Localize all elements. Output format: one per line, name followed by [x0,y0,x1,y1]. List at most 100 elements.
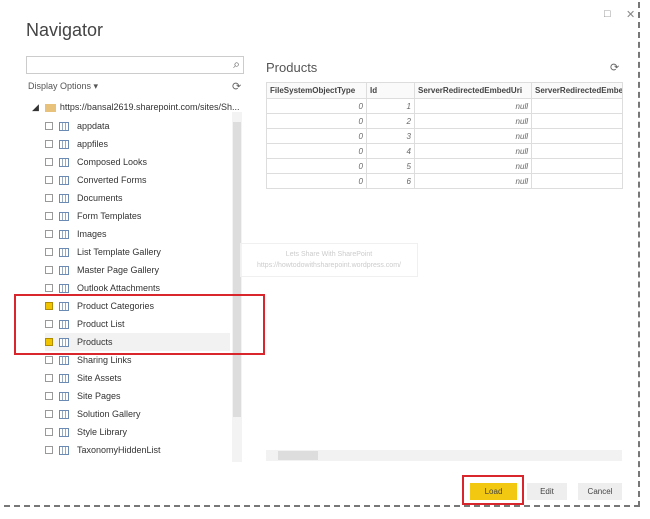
display-options-dropdown[interactable]: Display Options ▾ [28,81,98,92]
column-header[interactable]: ServerRedirectedEmbedUri [414,82,532,99]
table-row: 0 3 null [266,128,623,144]
table-cell: 2 [366,113,415,129]
navigator-tree: ◢ https://bansal2619.sharepoint.com/sites… [28,98,243,460]
tree-item[interactable]: Style Library [45,423,230,441]
checkbox[interactable] [45,392,53,400]
table-row: 0 1 null [266,98,623,114]
watermark-line2: https://howtodowithsharepoint.wordpress.… [257,262,401,269]
table-cell [531,128,623,144]
table-icon [59,409,69,419]
checkbox[interactable] [45,194,53,202]
column-header[interactable]: ServerRedirectedEmbedU [531,82,623,99]
table-cell [531,173,623,189]
search-input[interactable]: ⌕ [26,56,244,74]
table-row: 0 6 null [266,173,623,189]
preview-table: FileSystemObjectType Id ServerRedirectedEm… [266,82,623,189]
tree-item-label: Sharing Links [77,355,132,365]
table-cell [531,143,623,159]
checkbox[interactable] [45,212,53,220]
table-icon [59,139,69,149]
preview-refresh-icon[interactable]: ⟳ [610,61,619,74]
table-row: 0 5 null [266,158,623,174]
tree-item[interactable]: Images [45,225,230,243]
tree-item-label: Documents [77,193,123,203]
table-cell: 4 [366,143,415,159]
checkbox[interactable] [45,176,53,184]
table-cell: 0 [266,113,367,129]
table-icon [59,193,69,203]
close-button[interactable]: ✕ [626,8,635,21]
checkbox[interactable] [45,230,53,238]
maximize-button[interactable]: □ [604,8,611,20]
table-cell: 1 [366,98,415,114]
table-icon [59,445,69,455]
checkbox[interactable] [45,410,53,418]
tree-item-label: TaxonomyHiddenList [77,445,161,455]
table-row: 0 4 null [266,143,623,159]
cancel-button[interactable]: Cancel [578,483,622,500]
checkbox[interactable] [45,374,53,382]
table-icon [59,265,69,275]
table-cell: 0 [266,173,367,189]
tree-item[interactable]: Site Assets [45,369,230,387]
tree-item[interactable]: appdata [45,117,230,135]
table-icon [59,229,69,239]
table-icon [59,157,69,167]
table-icon [59,121,69,131]
preview-title: Products [266,60,318,75]
table-icon [59,427,69,437]
tree-item-label: Outlook Attachments [77,283,161,293]
scroll-thumb[interactable] [278,451,318,460]
table-icon [59,247,69,257]
folder-icon [44,103,56,112]
tree-item-label: Solution Gallery [77,409,141,419]
table-cell: 0 [266,128,367,144]
table-cell: 0 [266,98,367,114]
checkbox[interactable] [45,428,53,436]
table-cell: null [414,128,532,144]
table-cell: null [414,113,532,129]
checkbox[interactable] [45,446,53,454]
checkbox[interactable] [45,356,53,364]
tree-item-label: Composed Looks [77,157,148,167]
search-icon[interactable]: ⌕ [233,57,240,72]
table-cell: null [414,143,532,159]
tree-item-label: appfiles [77,139,109,149]
tree-item[interactable]: Converted Forms [45,171,230,189]
table-cell [531,98,623,114]
tree-item[interactable]: Master Page Gallery [45,261,230,279]
tree-item[interactable]: Solution Gallery [45,405,230,423]
table-row: 0 2 null [266,113,623,129]
column-header[interactable]: Id [366,82,415,99]
checkbox[interactable] [45,122,53,130]
tree-item[interactable]: Documents [45,189,230,207]
tree-scrollbar[interactable] [232,112,242,462]
tree-item[interactable]: appfiles [45,135,230,153]
tree-item[interactable]: Composed Looks [45,153,230,171]
tree-item-label: Master Page Gallery [77,265,160,275]
tree-item[interactable]: Site Pages [45,387,230,405]
tree-root[interactable]: ◢ https://bansal2619.sharepoint.com/sites… [32,102,240,113]
table-cell: 5 [366,158,415,174]
tree-item[interactable]: List Template Gallery [45,243,230,261]
checkbox[interactable] [45,158,53,166]
checkbox[interactable] [45,266,53,274]
column-header[interactable]: FileSystemObjectType [266,82,367,99]
checkbox[interactable] [45,284,53,292]
checkbox[interactable] [45,248,53,256]
refresh-icon[interactable]: ⟳ [232,80,241,93]
edit-button[interactable]: Edit [527,483,567,500]
tree-item[interactable]: Form Templates [45,207,230,225]
tree-item-label: Form Templates [77,211,142,221]
tree-item-label: appdata [77,121,110,131]
tree-item-label: Site Assets [77,373,122,383]
watermark-line1: Lets Share With SharePoint [285,251,373,258]
table-horizontal-scrollbar[interactable] [266,450,622,461]
tree-item[interactable]: TaxonomyHiddenList [45,441,230,459]
selection-highlight-box [14,294,265,355]
checkbox[interactable] [45,140,53,148]
table-icon [59,373,69,383]
table-cell: null [414,98,532,114]
tree-item-label: Images [77,229,107,239]
tree-item-label: Site Pages [77,391,121,401]
